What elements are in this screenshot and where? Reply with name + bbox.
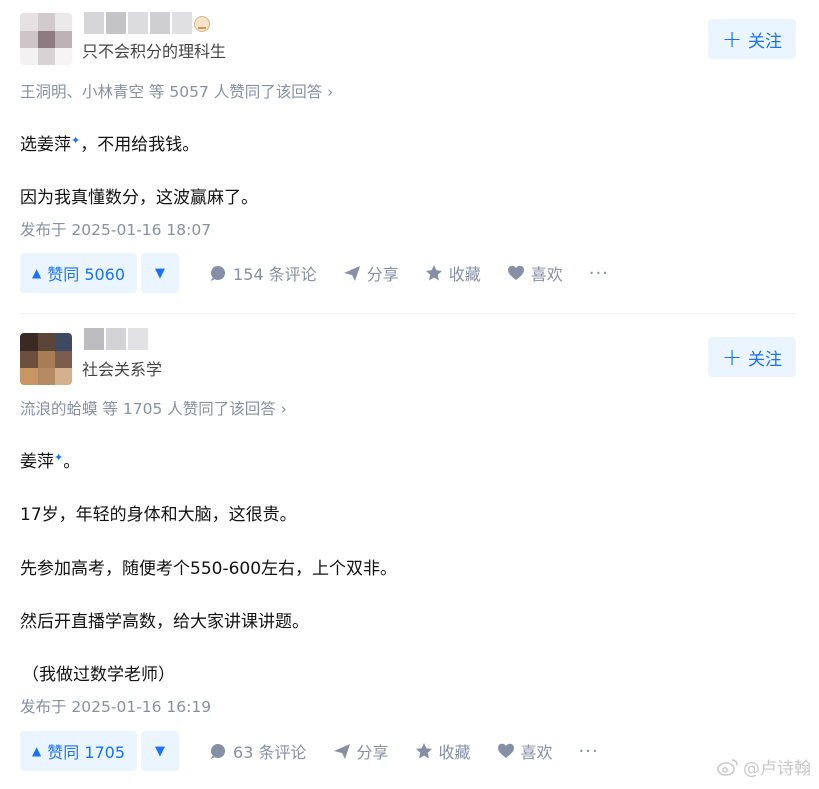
answer-paragraph: 姜萍✦。 — [20, 447, 80, 472]
more-icon[interactable]: ··· — [589, 263, 609, 284]
sparkle-icon[interactable]: ✦ — [71, 134, 80, 147]
collect-label: 收藏 — [448, 265, 481, 284]
author-headline: 只不会积分的理科生 — [82, 42, 227, 61]
answer-paragraph: 选姜萍✦，不用给我钱。 — [20, 130, 199, 155]
answer-paragraph: 先参加高考，随便考个550-600左右，上个双非。 — [20, 559, 398, 579]
like-label: 喜欢 — [530, 265, 563, 284]
avatar[interactable] — [20, 333, 72, 385]
answer-text: 。 — [63, 452, 81, 472]
comment-button[interactable]: 63 条评论 — [209, 739, 307, 763]
comment-label: 154 条评论 — [233, 265, 317, 284]
triangle-down-icon: ▼ — [155, 265, 166, 281]
answer-paragraph: 17岁，年轻的身体和大脑，这很贵。 — [20, 505, 297, 525]
like-button[interactable]: 喜欢 — [507, 261, 563, 285]
collect-button[interactable]: 收藏 — [415, 739, 471, 763]
upvote-button[interactable]: ▲ 赞同 5060 — [20, 253, 138, 293]
upvote-label: 赞同 5060 — [47, 265, 126, 284]
answer-paragraph: 因为我真懂数分，这波赢麻了。 — [20, 188, 258, 208]
watermark-text: @卢诗翰 — [743, 759, 811, 779]
publish-time[interactable]: 发布于 2025-01-16 16:19 — [20, 695, 211, 717]
downvote-button[interactable]: ▼ — [141, 731, 180, 771]
plus-icon: + — [721, 25, 743, 53]
downvote-button[interactable]: ▼ — [141, 253, 180, 293]
share-label: 分享 — [366, 265, 399, 284]
share-label: 分享 — [356, 743, 389, 762]
follow-label: 关注 — [748, 31, 783, 52]
share-icon — [343, 266, 360, 281]
author-name[interactable] — [84, 328, 148, 350]
heart-icon — [507, 265, 524, 280]
avatar[interactable] — [20, 13, 72, 65]
comment-icon — [211, 266, 226, 281]
voters-line[interactable]: 流浪的蛤蟆 等 1705 人赞同了该回答 › — [20, 397, 287, 419]
action-bar: ▲ 赞同 1705 ▼ 63 条评论 分享 收藏 喜欢 ··· — [20, 731, 599, 771]
action-bar: ▲ 赞同 5060 ▼ 154 条评论 分享 收藏 喜欢 ··· — [20, 253, 609, 293]
star-icon — [415, 743, 432, 759]
sparkle-icon[interactable]: ✦ — [54, 451, 63, 464]
voters-line[interactable]: 王洞明、小林青空 等 5057 人赞同了该回答 › — [20, 80, 333, 102]
follow-label: 关注 — [748, 349, 783, 370]
follow-button[interactable]: + 关注 — [708, 337, 796, 377]
plus-icon: + — [721, 343, 743, 371]
answer-text: 姜萍 — [20, 452, 54, 472]
collect-label: 收藏 — [438, 743, 471, 762]
answer-paragraph: 然后开直播学高数，给大家讲课讲题。 — [20, 612, 309, 632]
answer-text: ，不用给我钱。 — [80, 135, 200, 155]
share-button[interactable]: 分享 — [333, 739, 389, 763]
triangle-up-icon: ▲ — [32, 744, 42, 758]
comment-label: 63 条评论 — [233, 743, 307, 762]
share-button[interactable]: 分享 — [343, 261, 399, 285]
upvote-button[interactable]: ▲ 赞同 1705 — [20, 731, 138, 771]
like-button[interactable]: 喜欢 — [497, 739, 553, 763]
comment-icon — [211, 744, 226, 759]
collect-button[interactable]: 收藏 — [425, 261, 481, 285]
triangle-up-icon: ▲ — [32, 266, 42, 280]
divider — [20, 313, 796, 314]
publish-time[interactable]: 发布于 2025-01-16 18:07 — [20, 218, 211, 240]
badge-icon — [194, 16, 210, 32]
comment-button[interactable]: 154 条评论 — [209, 261, 317, 285]
heart-icon — [497, 743, 514, 758]
triangle-down-icon: ▼ — [155, 743, 166, 759]
weibo-icon — [717, 758, 738, 776]
more-icon[interactable]: ··· — [579, 741, 599, 762]
share-icon — [333, 744, 350, 759]
watermark: @卢诗翰 — [717, 754, 811, 779]
upvote-label: 赞同 1705 — [47, 743, 126, 762]
answer-paragraph: （我做过数学老师） — [22, 665, 175, 685]
like-label: 喜欢 — [520, 743, 553, 762]
author-headline: 社会关系学 — [82, 360, 163, 379]
follow-button[interactable]: + 关注 — [708, 19, 796, 59]
author-name[interactable] — [84, 12, 192, 34]
answer-text: 选姜萍 — [20, 135, 71, 155]
star-icon — [425, 265, 442, 281]
